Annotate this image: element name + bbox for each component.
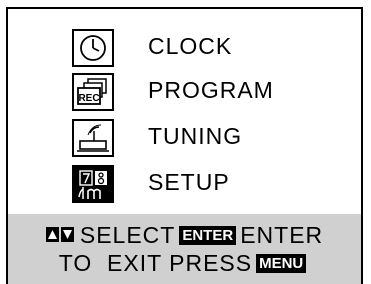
help-bar: SELECT ENTER ENTER TO EXIT PRESS MENU — [8, 214, 361, 284]
rec-icon-text: REC — [78, 93, 99, 104]
setup-icon — [72, 165, 114, 203]
down-arrow-icon — [60, 227, 74, 243]
clock-icon — [72, 29, 114, 67]
osd-screen: CLOCK REC PROGRAM TUNING SETUP SELECT EN… — [6, 7, 363, 284]
up-down-arrows — [45, 220, 76, 247]
menu-key-tag: MENU — [256, 254, 307, 273]
enter-key-tag: ENTER — [179, 226, 237, 245]
help-line-exit: TO EXIT PRESS MENU — [8, 250, 361, 277]
menu-item-label: PROGRAM — [148, 77, 274, 103]
menu-item-label: SETUP — [148, 169, 230, 195]
exit-text: TO EXIT PRESS — [58, 250, 253, 276]
up-arrow-icon — [45, 227, 59, 243]
help-line-select: SELECT ENTER ENTER — [8, 220, 361, 249]
menu-item-label: CLOCK — [148, 33, 233, 59]
rec-program-icon: REC — [72, 73, 114, 111]
menu-item-label: TUNING — [148, 123, 243, 149]
select-label: SELECT — [79, 222, 176, 248]
antenna-tuner-icon — [72, 119, 114, 157]
enter-label: ENTER — [240, 222, 324, 248]
